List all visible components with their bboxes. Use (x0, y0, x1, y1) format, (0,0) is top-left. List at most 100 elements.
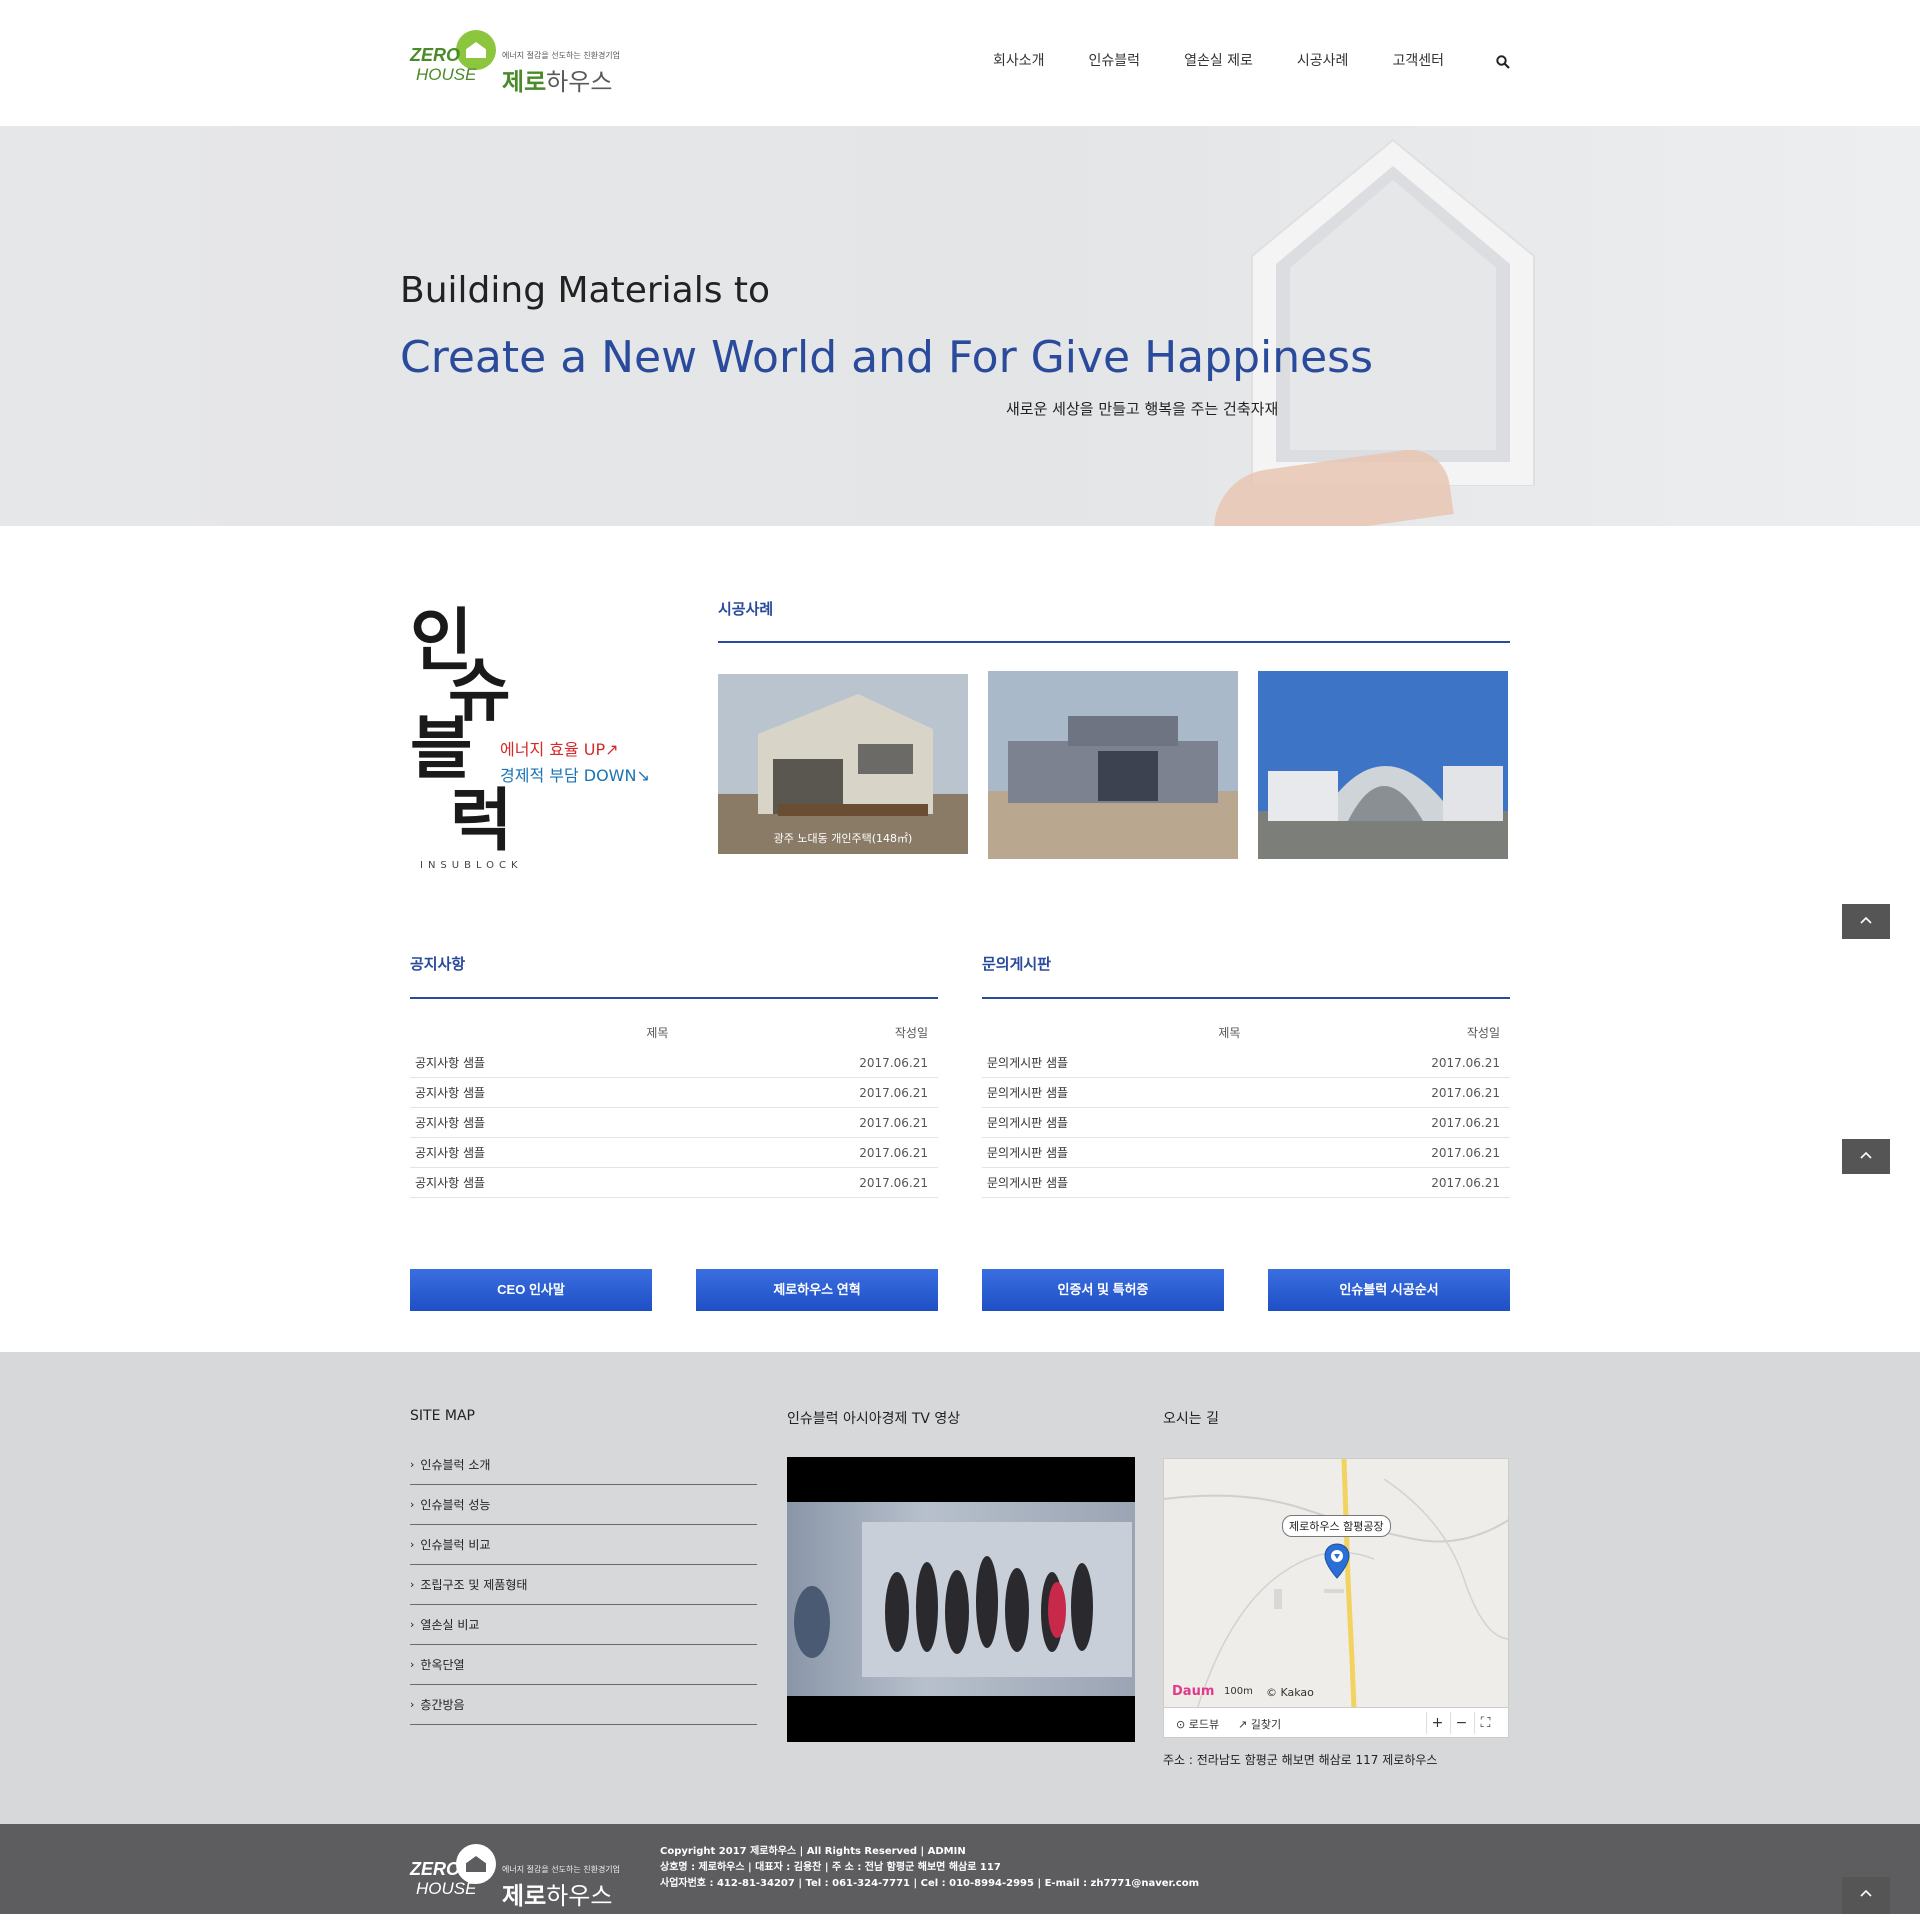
zoom-out-icon[interactable]: − (1450, 1712, 1472, 1734)
chevron-right-icon: › (410, 1537, 415, 1551)
table-row[interactable]: 공지사항 샘플 2017.06.21 (410, 1138, 938, 1168)
row-date: 2017.06.21 (859, 1086, 928, 1100)
video-player[interactable] (787, 1457, 1135, 1742)
sitemap-title: SITE MAP (410, 1408, 475, 1424)
logo-name: 제로하우스 (502, 1882, 613, 1910)
row-title[interactable]: 문의게시판 샘플 (987, 1168, 1068, 1197)
qna-divider (982, 997, 1510, 999)
case-caption-1: 광주 노대동 개인주택(148㎡) (773, 832, 913, 845)
table-row[interactable]: 공지사항 샘플 2017.06.21 (410, 1078, 938, 1108)
sitemap-item[interactable]: › 인슈블럭 성능 (410, 1485, 757, 1525)
row-title[interactable]: 공지사항 샘플 (415, 1108, 485, 1137)
chevron-up-icon (1860, 1151, 1872, 1159)
address-text: 주소 : 전라남도 함평군 해보면 해삼로 117 제로하우스 (1163, 1753, 1438, 1767)
scroll-top-button[interactable] (1842, 1139, 1890, 1174)
table-row[interactable]: 문의게시판 샘플 2017.06.21 (982, 1168, 1510, 1198)
energy-up-text: 에너지 효율 UP↗ (500, 740, 619, 759)
copyright-line: Copyright 2017 제로하우스 | All Rights Reserv… (660, 1846, 966, 1857)
row-date: 2017.06.21 (1431, 1116, 1500, 1130)
cost-down-text: 경제적 부담 DOWN↘ (500, 766, 650, 785)
sitemap-item[interactable]: › 한옥단열 (410, 1645, 757, 1685)
logo-zero-text: ZERO (410, 45, 461, 65)
insublock-english: INSUBLOCK (420, 860, 523, 871)
notice-board: 제목 작성일 공지사항 샘플 2017.06.21 공지사항 샘플 2017.06.… (410, 1018, 938, 1198)
site-header: ZERO HOUSE 에너지 절감을 선도하는 친환경기업 제로하우스 회사소개… (0, 0, 1920, 126)
hero-banner: Building Materials to Create a New World… (0, 126, 1920, 526)
video-frame-image (787, 1502, 1135, 1696)
row-date: 2017.06.21 (859, 1176, 928, 1190)
case-photo-building (988, 671, 1238, 859)
chevron-right-icon: › (410, 1457, 415, 1471)
hero-subtitle: 새로운 세상을 만들고 행복을 주는 건축자재 (1006, 400, 1279, 418)
row-title[interactable]: 문의게시판 샘플 (987, 1138, 1068, 1167)
chevron-right-icon: › (410, 1657, 415, 1671)
row-title[interactable]: 공지사항 샘플 (415, 1078, 485, 1107)
row-title[interactable]: 문의게시판 샘플 (987, 1078, 1068, 1107)
row-title[interactable]: 문의게시판 샘플 (987, 1108, 1068, 1137)
logo-zero-text: ZERO (410, 1859, 461, 1879)
table-row[interactable]: 문의게시판 샘플 2017.06.21 (982, 1138, 1510, 1168)
nav-item-cases[interactable]: 시공사례 (1297, 50, 1349, 70)
qna-board: 제목 작성일 문의게시판 샘플 2017.06.21 문의게시판 샘플 2017.0… (982, 1018, 1510, 1198)
site-logo[interactable]: ZERO HOUSE 에너지 절감을 선도하는 친환경기업 제로하우스 (410, 28, 620, 96)
history-button[interactable]: 제로하우스 연혁 (696, 1269, 938, 1311)
sitemap-item[interactable]: › 조립구조 및 제품형태 (410, 1565, 757, 1605)
map-pin-icon[interactable] (1324, 1543, 1350, 1579)
logo-house-text: HOUSE (416, 65, 477, 84)
sitemap-item[interactable]: › 인슈블럭 비교 (410, 1525, 757, 1565)
map-route-button[interactable]: ↗ 길찾기 (1238, 1716, 1281, 1732)
zoom-in-icon[interactable]: + (1426, 1712, 1448, 1734)
table-row[interactable]: 문의게시판 샘플 2017.06.21 (982, 1048, 1510, 1078)
map-roadview-button[interactable]: ⊙ 로드뷰 (1176, 1716, 1219, 1732)
nav-item-insublock[interactable]: 인슈블럭 (1089, 50, 1141, 70)
chevron-right-icon: › (410, 1697, 415, 1711)
table-row[interactable]: 공지사항 샘플 2017.06.21 (410, 1168, 938, 1198)
insu-char-3: 블 (410, 710, 473, 789)
case-photo-house (718, 674, 968, 854)
nav-item-heatloss[interactable]: 열손실 제로 (1184, 50, 1253, 70)
chevron-right-icon: › (410, 1617, 415, 1631)
nav-item-about[interactable]: 회사소개 (993, 50, 1045, 70)
row-title[interactable]: 공지사항 샘플 (415, 1048, 485, 1077)
row-date: 2017.06.21 (859, 1116, 928, 1130)
main-nav: 회사소개 인슈블럭 열손실 제로 시공사례 고객센터 (993, 50, 1488, 70)
sitemap-list: › 인슈블럭 소개 › 인슈블럭 성능 › 인슈블럭 비교 › 조립구조 및 제품형태 … (410, 1445, 757, 1725)
construction-order-button[interactable]: 인슈블럭 시공순서 (1268, 1269, 1510, 1311)
search-icon[interactable] (1496, 55, 1510, 69)
fullscreen-icon[interactable]: ⛶ (1474, 1712, 1496, 1734)
table-row[interactable]: 공지사항 샘플 2017.06.21 (410, 1108, 938, 1138)
company-line: 상호명 : 제로하우스 | 대표자 : 김용찬 | 주 소 : 전남 함평군 해… (660, 1862, 1001, 1873)
table-row[interactable]: 문의게시판 샘플 2017.06.21 (982, 1108, 1510, 1138)
location-map[interactable]: 제로하우스 함평공장 Daum 100m © Kakao ⊙ 로드뷰 ↗ 길찾기… (1163, 1458, 1509, 1738)
case-image-3[interactable] (1258, 671, 1508, 859)
row-title[interactable]: 공지사항 샘플 (415, 1168, 485, 1197)
sitemap-item[interactable]: › 층간방음 (410, 1685, 757, 1725)
footer-logo[interactable]: ZERO HOUSE 에너지 절감을 선도하는 친환경기업 제로하우스 (410, 1842, 620, 1910)
logo-name: 제로하우스 (502, 68, 613, 96)
map-copyright: © Kakao (1266, 1686, 1314, 1699)
ceo-greeting-button[interactable]: CEO 인사말 (410, 1269, 652, 1311)
hero-headline: Building Materials to (400, 270, 771, 311)
row-title[interactable]: 문의게시판 샘플 (987, 1048, 1068, 1077)
chevron-right-icon: › (410, 1577, 415, 1591)
scroll-top-button[interactable] (1842, 1877, 1890, 1914)
map-place-label: 제로하우스 함평공장 (1282, 1515, 1391, 1537)
certificates-button[interactable]: 인증서 및 특허증 (982, 1269, 1224, 1311)
notice-header-row: 제목 작성일 (410, 1018, 938, 1048)
insu-char-4: 럭 (450, 782, 513, 861)
sitemap-item[interactable]: › 열손실 비교 (410, 1605, 757, 1645)
sitemap-item[interactable]: › 인슈블럭 소개 (410, 1445, 757, 1485)
case-photo-center (1258, 671, 1508, 859)
case-image-1[interactable]: 광주 노대동 개인주택(148㎡) (718, 674, 968, 854)
qna-col-title: 제목 (1218, 1026, 1241, 1040)
map-title: 오시는 길 (1163, 1411, 1219, 1427)
scroll-top-button[interactable] (1842, 904, 1890, 939)
qna-title: 문의게시판 (982, 955, 1052, 973)
table-row[interactable]: 공지사항 샘플 2017.06.21 (410, 1048, 938, 1078)
qna-header-row: 제목 작성일 (982, 1018, 1510, 1048)
video-title: 인슈블럭 아시아경제 TV 영상 (787, 1411, 961, 1427)
nav-item-support[interactable]: 고객센터 (1392, 50, 1444, 70)
case-image-2[interactable] (988, 671, 1238, 859)
table-row[interactable]: 문의게시판 샘플 2017.06.21 (982, 1078, 1510, 1108)
row-title[interactable]: 공지사항 샘플 (415, 1138, 485, 1167)
